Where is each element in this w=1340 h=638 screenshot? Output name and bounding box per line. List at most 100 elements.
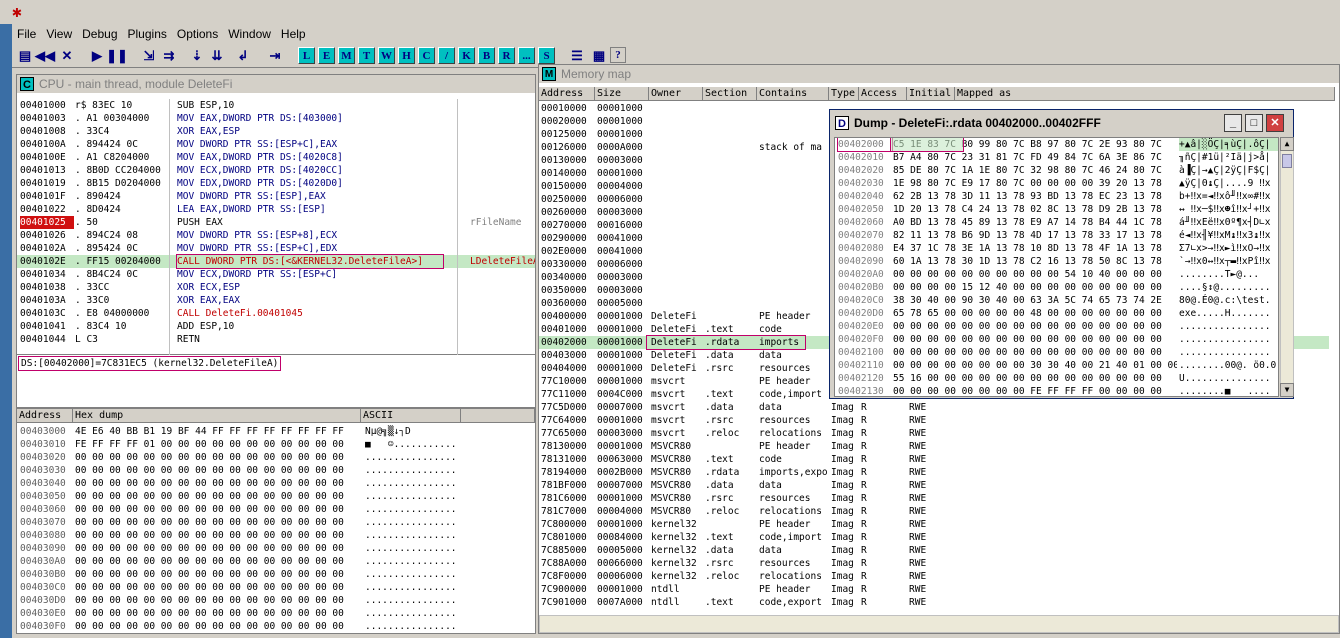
- breakpoints-button[interactable]: B: [478, 47, 495, 64]
- modules-button[interactable]: E: [318, 47, 335, 64]
- hex-row[interactable]: 00403080 00 00 00 00 00 00 00 00 00 00 00…: [17, 529, 535, 542]
- dump-row[interactable]: 00402110 00 00 00 00 00 00 00 00 30 30 40…: [835, 359, 1278, 372]
- hex-row[interactable]: 00403070 00 00 00 00 00 00 00 00 00 00 00…: [17, 516, 535, 529]
- memory-map-row[interactable]: 7C8F0000 00006000 kernel32 .reloc relocation…: [539, 570, 1329, 583]
- step-over-icon[interactable]: ⇉: [160, 47, 178, 65]
- menu-options[interactable]: Options: [172, 24, 223, 41]
- memory-button[interactable]: M: [338, 47, 355, 64]
- dump-row[interactable]: 00402130 00 00 00 00 00 00 00 00 FE FF FF…: [835, 385, 1278, 396]
- memory-map-row[interactable]: 78194000 0002B000 MSVCR80 .rdata imports,exp…: [539, 466, 1329, 479]
- dump-row[interactable]: 004020F0 00 00 00 00 00 00 00 00 00 00 00…: [835, 333, 1278, 346]
- references-button[interactable]: R: [498, 47, 515, 64]
- dump-row[interactable]: 00402090 60 1A 13 78 30 1D 13 78 C2 16 13…: [835, 255, 1278, 268]
- memory-map-row[interactable]: 7C801000 00084000 kernel32 .text code,import…: [539, 531, 1329, 544]
- dump-vertical-scrollbar[interactable]: ▲ ▼: [1280, 137, 1294, 397]
- hex-row[interactable]: 00403000 4E E6 40 BB B1 19 BF 44 FF FF FF…: [17, 425, 535, 438]
- source-button[interactable]: S: [538, 47, 555, 64]
- call-stack-button[interactable]: K: [458, 47, 475, 64]
- hex-row[interactable]: 00403020 00 00 00 00 00 00 00 00 00 00 00…: [17, 451, 535, 464]
- dump-row[interactable]: 004020C0 38 30 40 00 90 30 40 00 63 3A 5C…: [835, 294, 1278, 307]
- step-into-icon[interactable]: ⇲: [140, 47, 158, 65]
- minimize-button[interactable]: _: [1224, 114, 1242, 132]
- dump-row[interactable]: 004020E0 00 00 00 00 00 00 00 00 00 00 00…: [835, 320, 1278, 333]
- trace-over-icon[interactable]: ⇊: [208, 47, 226, 65]
- dump-data-pane[interactable]: 00402000 C5 1E 83 7C B0 99 80 7C B8 97 80…: [834, 137, 1279, 397]
- handles-button[interactable]: H: [398, 47, 415, 64]
- hex-row[interactable]: 004030C0 00 00 00 00 00 00 00 00 00 00 00…: [17, 581, 535, 594]
- cpu-button[interactable]: C: [418, 47, 435, 64]
- memory-map-column-header[interactable]: Size: [595, 87, 649, 101]
- memory-map-row[interactable]: 77C65000 00003000 msvcrt .reloc relocations I…: [539, 427, 1329, 440]
- maximize-button[interactable]: □: [1245, 114, 1263, 132]
- dump-row[interactable]: 00402010 B7 A4 80 7C 23 31 81 7C FD 49 84…: [835, 151, 1278, 164]
- dump-row[interactable]: 00402070 82 11 13 78 B6 9D 13 78 4D 17 13…: [835, 229, 1278, 242]
- hex-row[interactable]: 004030A0 00 00 00 00 00 00 00 00 00 00 00…: [17, 555, 535, 568]
- dump-scroll-thumb[interactable]: [1282, 154, 1292, 168]
- menu-view[interactable]: View: [41, 24, 77, 41]
- goto-icon[interactable]: ⇥: [266, 47, 284, 65]
- dump-row[interactable]: 00402050 1D 20 13 78 C4 24 13 78 02 8C 13…: [835, 203, 1278, 216]
- run-trace-button[interactable]: ...: [518, 47, 535, 64]
- horizontal-scrollbar[interactable]: [539, 615, 1339, 633]
- menu-file[interactable]: File: [12, 24, 41, 41]
- memory-map-column-header[interactable]: Owner: [649, 87, 703, 101]
- memory-map-row[interactable]: 7C901000 0007A000 ntdll .text code,export Ima…: [539, 596, 1329, 609]
- hex-row[interactable]: 00403040 00 00 00 00 00 00 00 00 00 00 00…: [17, 477, 535, 490]
- windows-button[interactable]: W: [378, 47, 395, 64]
- restart-icon[interactable]: ◀◀: [35, 47, 55, 65]
- menu-window[interactable]: Window: [223, 24, 276, 41]
- dump-row[interactable]: 00402020 85 DE 80 7C 1A 1E 80 7C 32 98 80…: [835, 164, 1278, 177]
- patches-button[interactable]: /: [438, 47, 455, 64]
- list-icon[interactable]: ☰: [568, 47, 586, 65]
- hex-row[interactable]: 00403030 00 00 00 00 00 00 00 00 00 00 00…: [17, 464, 535, 477]
- threads-button[interactable]: T: [358, 47, 375, 64]
- dump-row[interactable]: 004020B0 00 00 00 00 15 12 40 00 00 00 00…: [835, 281, 1278, 294]
- memory-map-row[interactable]: 7C800000 00001000 kernel32 PE header Imag R RW…: [539, 518, 1329, 531]
- memory-map-row[interactable]: 77C64000 00001000 msvcrt .rsrc resources Imag…: [539, 414, 1329, 427]
- menu-plugins[interactable]: Plugins: [123, 24, 172, 41]
- memory-map-row[interactable]: 78130000 00001000 MSVCR80 PE header Imag R RWE: [539, 440, 1329, 453]
- memory-map-row[interactable]: 7C900000 00001000 ntdll PE header Imag R RWE: [539, 583, 1329, 596]
- menu-debug[interactable]: Debug: [77, 24, 122, 41]
- memory-map-column-header[interactable]: Mapped as: [955, 87, 1335, 101]
- memory-map-row[interactable]: 781C6000 00001000 MSVCR80 .rsrc resources Ima…: [539, 492, 1329, 505]
- hex-row[interactable]: 004030D0 00 00 00 00 00 00 00 00 00 00 00…: [17, 594, 535, 607]
- memory-map-column-header[interactable]: Address: [539, 87, 595, 101]
- close-button[interactable]: ✕: [1266, 114, 1284, 132]
- header-ascii[interactable]: ASCII: [361, 409, 461, 423]
- memory-map-column-header[interactable]: Access: [859, 87, 907, 101]
- hex-row[interactable]: 00403060 00 00 00 00 00 00 00 00 00 00 00…: [17, 503, 535, 516]
- header-address[interactable]: Address: [17, 409, 73, 423]
- scroll-up-icon[interactable]: ▲: [538, 549, 539, 563]
- memory-map-row[interactable]: 781C7000 00004000 MSVCR80 .reloc relocations…: [539, 505, 1329, 518]
- open-icon[interactable]: ▤: [16, 47, 34, 65]
- memory-map-column-header[interactable]: Initial: [907, 87, 955, 101]
- dump-scroll-up-icon[interactable]: ▲: [1280, 137, 1294, 151]
- pause-icon[interactable]: ❚❚: [106, 47, 128, 65]
- menu-help[interactable]: Help: [276, 24, 311, 41]
- dump-row[interactable]: 00402030 1E 98 80 7C E9 17 80 7C 00 00 00…: [835, 177, 1278, 190]
- trace-into-icon[interactable]: ⇣: [188, 47, 206, 65]
- memory-map-row[interactable]: 781BF000 00007000 MSVCR80 .data data Imag R RWE: [539, 479, 1329, 492]
- dump-row[interactable]: 00402060 A0 BD 13 78 45 89 13 78 E9 A7 14…: [835, 216, 1278, 229]
- dump-row[interactable]: 00402120 55 16 00 00 00 00 00 00 00 00 00…: [835, 372, 1278, 385]
- memory-map-column-header[interactable]: Type: [829, 87, 859, 101]
- dump-row[interactable]: 004020D0 65 78 65 00 00 00 00 00 48 00 00…: [835, 307, 1278, 320]
- colors-icon[interactable]: ▦: [590, 47, 608, 65]
- hex-dump-pane[interactable]: Address Hex dump ASCII 00403000 4E E6 40 …: [16, 408, 536, 634]
- log-window-button[interactable]: L: [298, 47, 315, 64]
- hex-row[interactable]: 00403050 00 00 00 00 00 00 00 00 00 00 00…: [17, 490, 535, 503]
- hex-row[interactable]: 00403010 FE FF FF FF 01 00 00 00 00 00 00…: [17, 438, 535, 451]
- execute-till-return-icon[interactable]: ↲: [234, 47, 252, 65]
- memory-map-column-header[interactable]: Contains: [757, 87, 829, 101]
- memory-map-row[interactable]: 7C885000 00005000 kernel32 .data data Imag R RW…: [539, 544, 1329, 557]
- hex-row[interactable]: 004030E0 00 00 00 00 00 00 00 00 00 00 00…: [17, 607, 535, 620]
- dump-scroll-down-icon[interactable]: ▼: [1280, 383, 1294, 397]
- dump-row[interactable]: 004020A0 00 00 00 00 00 00 00 00 00 00 54…: [835, 268, 1278, 281]
- close-icon[interactable]: ✕: [58, 47, 76, 65]
- hex-row[interactable]: 004030B0 00 00 00 00 00 00 00 00 00 00 00…: [17, 568, 535, 581]
- memory-map-column-header[interactable]: Section: [703, 87, 757, 101]
- dump-row[interactable]: 00402080 E4 37 1C 78 3E 1A 13 78 10 8D 13…: [835, 242, 1278, 255]
- hex-row[interactable]: 004030F0 00 00 00 00 00 00 00 00 00 00 00…: [17, 620, 535, 633]
- help-button[interactable]: ?: [610, 47, 626, 63]
